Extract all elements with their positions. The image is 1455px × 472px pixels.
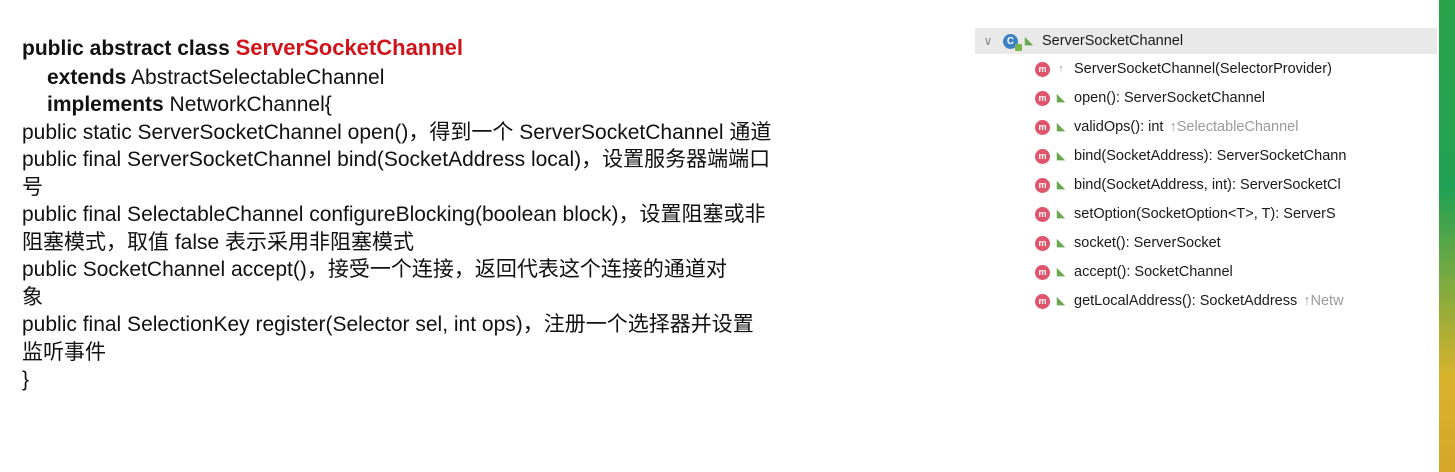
method-icon: m: [1035, 148, 1050, 164]
doc-line-register: public final SelectionKey register(Selec…: [22, 313, 754, 336]
structure-member[interactable]: m ◣ bind(SocketAddress): ServerSocketCha…: [1035, 143, 1346, 169]
leaf-icon: ◣: [1056, 208, 1066, 220]
structure-member-label: setOption(SocketOption<T>, T): ServerS: [1074, 206, 1336, 222]
class-documentation: public abstract class ServerSocketChanne…: [22, 34, 942, 394]
leaf-icon: ◣: [1056, 92, 1066, 104]
method-icon: m: [1035, 264, 1050, 280]
extends-value: AbstractSelectableChannel: [126, 65, 385, 89]
method-icon: m: [1035, 61, 1050, 77]
chevron-down-icon[interactable]: ∨: [981, 28, 995, 54]
structure-member[interactable]: m ◣ open(): ServerSocketChannel: [1035, 85, 1265, 111]
structure-member-label: bind(SocketAddress): ServerSocketChann: [1074, 148, 1347, 164]
structure-member[interactable]: m ◣ bind(SocketAddress, int): ServerSock…: [1035, 172, 1341, 198]
leaf-icon: ◣: [1056, 266, 1066, 278]
inherited-hint: ↑Netw: [1303, 293, 1344, 309]
structure-class-node[interactable]: ∨ C ◣ ServerSocketChannel: [975, 28, 1437, 54]
leaf-icon: ◣: [1056, 295, 1066, 307]
structure-member[interactable]: m ◣ socket(): ServerSocket: [1035, 230, 1221, 256]
structure-member-label: getLocalAddress(): SocketAddress: [1074, 293, 1298, 309]
pin-icon: ↑: [1058, 63, 1064, 75]
doc-line-configure-blocking-cont: 阻塞模式，取值 false 表示采用非阻塞模式: [22, 230, 415, 254]
implements-line: implements NetworkChannel{: [22, 91, 942, 119]
doc-line-accept-cont: 象: [22, 285, 43, 309]
class-keywords: public abstract class: [22, 37, 236, 60]
method-icon: m: [1035, 293, 1050, 309]
leaf-icon: ◣: [1024, 35, 1034, 47]
doc-line-configure-blocking: public final SelectableChannel configure…: [22, 203, 766, 226]
structure-member-label: open(): ServerSocketChannel: [1074, 90, 1266, 106]
window-edge-strip: [1439, 0, 1455, 472]
extends-keyword: extends: [47, 65, 127, 89]
leaf-icon: ◣: [1056, 121, 1066, 133]
method-icon: m: [1035, 206, 1050, 222]
leaf-icon: ◣: [1056, 179, 1066, 191]
structure-panel: ∨ C ◣ ServerSocketChannel m ↑ ServerSock…: [975, 28, 1437, 343]
structure-member-label: accept(): SocketChannel: [1074, 264, 1233, 280]
doc-line-closing-brace: }: [22, 368, 30, 391]
doc-line-accept: public SocketChannel accept()，接受一个连接，返回代…: [22, 258, 727, 281]
class-declaration: public abstract class ServerSocketChanne…: [22, 34, 942, 63]
doc-line-bind: public final ServerSocketChannel bind(So…: [22, 148, 771, 171]
method-icon: m: [1035, 235, 1050, 251]
doc-line-open: public static ServerSocketChannel open()…: [22, 120, 772, 144]
structure-member-label: ServerSocketChannel(SelectorProvider): [1074, 61, 1332, 77]
class-name: ServerSocketChannel: [235, 35, 464, 60]
doc-line-register-cont: 监听事件: [22, 340, 106, 364]
structure-class-name: ServerSocketChannel: [1042, 33, 1184, 49]
structure-member[interactable]: m ◣ setOption(SocketOption<T>, T): Serve…: [1035, 201, 1336, 227]
structure-member-label: socket(): ServerSocket: [1074, 235, 1221, 251]
implements-keyword: implements: [47, 93, 164, 116]
leaf-icon: ◣: [1056, 150, 1066, 162]
method-icon: m: [1035, 177, 1050, 193]
method-icon: m: [1035, 90, 1050, 106]
extends-line: extends AbstractSelectableChannel: [22, 64, 942, 92]
class-icon: C: [1003, 33, 1022, 51]
structure-member[interactable]: m ◣ validOps(): int ↑SelectableChannel: [1035, 114, 1298, 140]
inherited-hint: ↑SelectableChannel: [1169, 119, 1299, 135]
structure-member[interactable]: m ◣ accept(): SocketChannel: [1035, 259, 1233, 285]
structure-member[interactable]: m ↑ ServerSocketChannel(SelectorProvider…: [1035, 56, 1332, 82]
implements-value: NetworkChannel{: [163, 93, 332, 116]
method-icon: m: [1035, 119, 1050, 135]
structure-member-label: validOps(): int: [1074, 119, 1164, 135]
doc-line-bind-cont: 号: [22, 175, 43, 199]
structure-member[interactable]: m ◣ getLocalAddress(): SocketAddress ↑Ne…: [1035, 288, 1344, 314]
leaf-icon: ◣: [1056, 237, 1066, 249]
structure-member-label: bind(SocketAddress, int): ServerSocketCl: [1074, 177, 1341, 193]
